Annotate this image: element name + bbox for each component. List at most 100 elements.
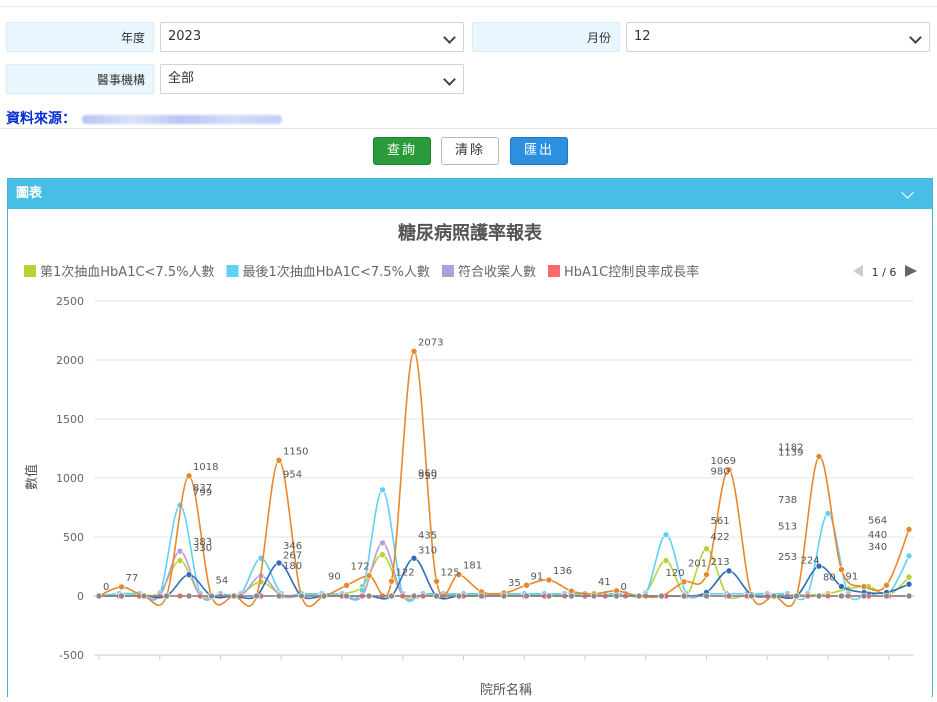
data-label: 180 [283, 561, 302, 572]
legend-label: 最後1次抽血HbA1C<7.5%人數 [242, 264, 429, 280]
org-label: 醫事機構 [6, 64, 154, 94]
y-tick-label: 1500 [56, 413, 84, 426]
data-label: 90 [328, 571, 341, 582]
series-point [838, 592, 845, 600]
y-axis-label: 數值 [24, 464, 40, 490]
chevron-down-icon[interactable] [901, 186, 914, 199]
series-point [860, 583, 868, 590]
data-label: 1139 [778, 448, 803, 459]
legend-label: HbA1C控制良率成長率 [564, 264, 699, 280]
series-point [680, 578, 688, 586]
chevron-down-icon [443, 31, 456, 44]
series-point [253, 592, 260, 600]
series-point [185, 592, 193, 600]
section-divider [0, 128, 937, 129]
series-point [838, 566, 845, 573]
data-label: 181 [463, 561, 482, 572]
data-label: 122 [396, 568, 415, 579]
series-point [365, 592, 373, 600]
clear-button[interactable]: 清除 [441, 137, 499, 165]
series-point [433, 592, 440, 600]
series-point [703, 545, 710, 553]
legend-swatch [547, 265, 560, 277]
series-point [410, 554, 418, 562]
series-point [905, 580, 913, 588]
data-source-label: 資料來源： [6, 111, 76, 127]
series-point [343, 592, 350, 600]
filter-row-2: 醫事機構 全部 [6, 64, 464, 96]
data-label: 0 [103, 582, 109, 593]
data-label: 513 [778, 521, 797, 532]
chevron-down-icon [909, 31, 922, 44]
data-label: 125 [441, 567, 460, 578]
series-point [176, 557, 184, 564]
data-label: 54 [216, 576, 229, 587]
series-point [455, 592, 463, 600]
data-label: 1018 [193, 462, 218, 473]
data-label: 2073 [418, 337, 443, 348]
month-select-value: 12 [634, 29, 651, 44]
series-point [185, 571, 193, 579]
series-point [343, 582, 350, 589]
series-point [590, 592, 598, 600]
legend-prev-icon [853, 265, 863, 277]
data-label: 422 [711, 532, 730, 543]
export-button[interactable]: 匯出 [510, 137, 568, 165]
data-label: 172 [351, 562, 370, 573]
series-point [905, 592, 913, 600]
year-select-value: 2023 [168, 29, 202, 44]
year-select[interactable]: 2023 [160, 22, 464, 52]
data-label: 91 [531, 571, 544, 582]
chart-svg: 糖尿病照護率報表第1次抽血HbA1C<7.5%人數 最後1次抽血HbA1C<7.5… [24, 222, 917, 698]
data-label: 224 [801, 556, 820, 567]
series-point [388, 592, 395, 600]
y-tick-label: 500 [63, 531, 84, 544]
series-point [680, 592, 688, 600]
data-label: 440 [868, 530, 887, 541]
data-label: 799 [193, 488, 212, 499]
data-label: 561 [711, 516, 730, 527]
series-point [725, 567, 733, 575]
y-tick-label: -500 [59, 649, 84, 662]
legend-swatch [226, 265, 239, 277]
series-point [883, 592, 890, 600]
series-point [545, 592, 553, 600]
legend-page: 1 / 6 [872, 266, 897, 279]
y-tick-label: 2500 [56, 295, 84, 308]
data-label: 435 [418, 531, 437, 542]
series-point [379, 539, 386, 547]
series-point [95, 592, 103, 600]
series-point [905, 573, 913, 581]
data-label: 77 [126, 573, 139, 584]
series-point [770, 592, 778, 600]
legend-label: 第1次抽血HbA1C<7.5%人數 [40, 264, 214, 280]
series-point [545, 576, 553, 584]
series-point [118, 583, 125, 591]
series-point [433, 577, 440, 585]
series-point [568, 592, 575, 600]
series-point [230, 592, 238, 600]
series-point [388, 577, 395, 585]
legend-swatch [441, 265, 454, 277]
series-point [118, 592, 125, 600]
series-point [275, 592, 283, 600]
month-select[interactable]: 12 [626, 22, 930, 52]
series-point [658, 592, 665, 600]
data-label: 91 [846, 571, 859, 582]
x-axis-label: 院所名稱 [480, 682, 532, 698]
chart-panel-title: 圖表 [16, 186, 43, 201]
data-label: 201 [688, 558, 707, 569]
series-point [365, 572, 373, 580]
series-point [635, 592, 643, 600]
y-tick-label: 2000 [56, 354, 84, 367]
query-button[interactable]: 查詢 [373, 137, 431, 165]
legend-swatch [24, 265, 36, 277]
data-label: 310 [418, 545, 437, 556]
series-point [176, 547, 184, 555]
series-point [703, 571, 710, 578]
org-select[interactable]: 全部 [160, 64, 464, 94]
chart-panel: 圖表 糖尿病照護率報表 第1次抽血HbA1C<7.5%人數 最後1次抽血HbA1C<… [7, 178, 933, 698]
series-point [748, 592, 755, 600]
series-point [860, 592, 868, 600]
chart-panel-header[interactable]: 圖表 [8, 179, 932, 209]
